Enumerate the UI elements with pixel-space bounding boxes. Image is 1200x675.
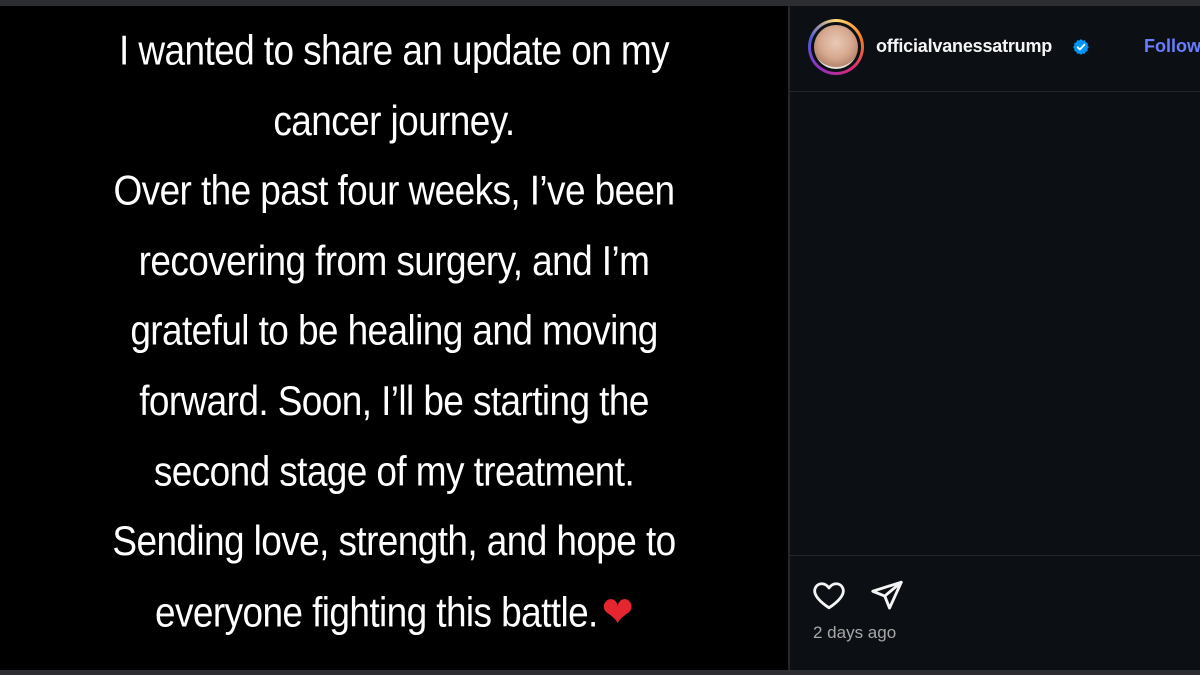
post-actions: 2 days ago [790, 555, 1200, 671]
post-text-line: Sending love, strength, and hope to [112, 517, 676, 564]
red-heart-emoji-icon: ❤ [601, 586, 634, 637]
post-text-line: everyone fighting this battle. [155, 589, 598, 636]
post-text: I wanted to share an update on my cancer… [44, 16, 744, 648]
post-image[interactable]: I wanted to share an update on my cancer… [0, 6, 788, 670]
post-text-line: grateful to be healing and moving [130, 307, 658, 354]
avatar-inner [811, 22, 861, 72]
post-text-line: Over the past four weeks, I’ve been [113, 167, 675, 214]
post-sidebar: officialvanessatrump Follow 2 days ago [790, 6, 1200, 670]
username-link[interactable]: officialvanessatrump [876, 36, 1052, 57]
heart-outline-icon[interactable] [811, 577, 847, 613]
post-text-line: cancer journey. [273, 97, 515, 144]
post-text-line: recovering from surgery, and I’m [138, 237, 650, 284]
post-timestamp: 2 days ago [813, 623, 897, 642]
verified-badge-icon [1073, 39, 1089, 55]
post-text-line-last: everyone fighting this battle. ❤ [44, 577, 744, 648]
post-header: officialvanessatrump Follow [790, 6, 1200, 92]
paper-plane-icon[interactable] [869, 577, 905, 613]
post-text-line: I wanted to share an update on my [119, 27, 670, 74]
window-bottom-edge [0, 670, 1200, 675]
avatar-photo [814, 25, 858, 69]
instagram-post-window: I wanted to share an update on my cancer… [0, 0, 1200, 675]
post-text-line: second stage of my treatment. [153, 447, 635, 494]
follow-button[interactable]: Follow [1144, 36, 1200, 57]
post-text-line: forward. Soon, I’ll be starting the [139, 377, 649, 424]
avatar[interactable] [808, 19, 864, 75]
